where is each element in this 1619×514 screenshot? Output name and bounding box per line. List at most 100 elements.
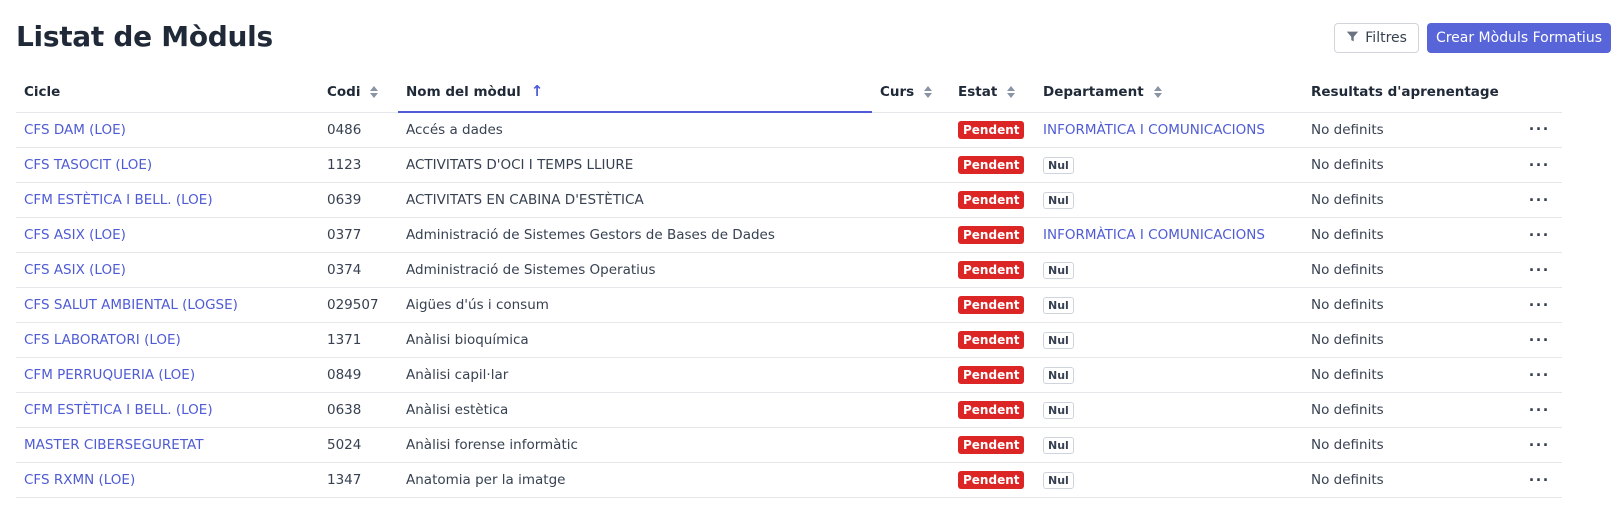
column-header-estat[interactable]: Estat: [950, 72, 1035, 113]
cell-cicle: CFM ESTÈTICA I BELL. (LOE): [16, 182, 319, 218]
cell-actions: ···: [1516, 357, 1562, 393]
create-modules-button[interactable]: Crear Mòduls Formatius: [1426, 23, 1611, 53]
table-row[interactable]: CFM PERRUQUERIA (LOE) 0849 Anàlisi capil·l…: [16, 357, 1562, 393]
table-row[interactable]: CFS SALUT AMBIENTAL (LOGSE) 029507 Aigües …: [16, 287, 1562, 323]
cell-nom-modul: Accés a dades: [398, 112, 872, 148]
status-badge: Pendent: [958, 296, 1025, 314]
cell-cicle: CFS LABORATORI (LOE): [16, 322, 319, 358]
cell-codi: 1371: [319, 322, 398, 358]
cell-codi: 029507: [319, 287, 398, 323]
status-badge: Pendent: [958, 436, 1025, 454]
table-row[interactable]: CFS RXMN (LOE) 1347 Anatomia per la imatge…: [16, 462, 1562, 498]
status-badge: Pendent: [958, 156, 1025, 174]
table-row[interactable]: CFS TASOCIT (LOE) 1123 ACTIVITATS D'OCI I …: [16, 147, 1562, 183]
cell-nom-modul: Administració de Sistemes Gestors de Bas…: [398, 217, 872, 253]
more-options-icon[interactable]: ···: [1525, 471, 1554, 489]
cell-actions: ···: [1516, 147, 1562, 183]
cell-actions: ···: [1516, 287, 1562, 323]
cicle-link[interactable]: CFS ASIX (LOE): [24, 262, 126, 278]
cicle-link[interactable]: CFS DAM (LOE): [24, 122, 126, 138]
cell-nom-modul: Anatomia per la imatge: [398, 462, 872, 498]
cell-codi: 0377: [319, 217, 398, 253]
cell-actions: ···: [1516, 182, 1562, 218]
status-badge: Pendent: [958, 471, 1025, 489]
cell-codi: 5024: [319, 427, 398, 463]
cell-estat: Pendent: [950, 147, 1035, 183]
more-options-icon[interactable]: ···: [1525, 296, 1554, 314]
cicle-link[interactable]: CFS LABORATORI (LOE): [24, 332, 181, 348]
column-header-departament[interactable]: Departament: [1035, 72, 1303, 113]
cell-curs: [872, 322, 950, 358]
cicle-link[interactable]: CFS SALUT AMBIENTAL (LOGSE): [24, 297, 238, 313]
more-options-icon[interactable]: ···: [1525, 366, 1554, 384]
table-row[interactable]: CFS ASIX (LOE) 0374 Administració de Siste…: [16, 252, 1562, 288]
page-title: Listat de Mòduls: [16, 20, 273, 53]
cell-curs: [872, 112, 950, 148]
cell-resultats: No definits: [1303, 287, 1516, 323]
table-header-row: Cicle Codi Nom del mòdul ↑ Curs Estat De…: [16, 72, 1562, 113]
cell-cicle: CFM ESTÈTICA I BELL. (LOE): [16, 392, 319, 428]
cell-estat: Pendent: [950, 182, 1035, 218]
table-row[interactable]: MASTER CIBERSEGURETAT 5024 Anàlisi forense…: [16, 427, 1562, 463]
more-options-icon[interactable]: ···: [1525, 331, 1554, 349]
cell-cicle: CFS SALUT AMBIENTAL (LOGSE): [16, 287, 319, 323]
cell-resultats: No definits: [1303, 427, 1516, 463]
cell-resultats: No definits: [1303, 357, 1516, 393]
cell-departament: Nul: [1035, 462, 1303, 498]
cicle-link[interactable]: CFS TASOCIT (LOE): [24, 157, 152, 173]
funnel-icon: [1346, 30, 1359, 47]
column-header-codi[interactable]: Codi: [319, 72, 398, 113]
cicle-link[interactable]: CFS ASIX (LOE): [24, 227, 126, 243]
cell-curs: [872, 252, 950, 288]
cell-curs: [872, 392, 950, 428]
cell-curs: [872, 217, 950, 253]
cicle-link[interactable]: MASTER CIBERSEGURETAT: [24, 437, 203, 453]
cell-curs: [872, 147, 950, 183]
more-options-icon[interactable]: ···: [1525, 401, 1554, 419]
cell-resultats: No definits: [1303, 462, 1516, 498]
cell-resultats: No definits: [1303, 112, 1516, 148]
more-options-icon[interactable]: ···: [1525, 261, 1554, 279]
cell-nom-modul: Anàlisi estètica: [398, 392, 872, 428]
cell-nom-modul: Anàlisi capil·lar: [398, 357, 872, 393]
department-link[interactable]: INFORMÀTICA I COMUNICACIONS: [1043, 227, 1265, 243]
table-row[interactable]: CFS ASIX (LOE) 0377 Administració de Siste…: [16, 217, 1562, 253]
status-badge: Pendent: [958, 331, 1025, 349]
cell-curs: [872, 287, 950, 323]
table-row[interactable]: CFS DAM (LOE) 0486 Accés a dades Pendent INF…: [16, 112, 1562, 148]
department-null-badge: Nul: [1043, 436, 1074, 454]
cicle-link[interactable]: CFM ESTÈTICA I BELL. (LOE): [24, 192, 213, 208]
status-badge: Pendent: [958, 401, 1025, 419]
cell-codi: 1123: [319, 147, 398, 183]
cicle-link[interactable]: CFM ESTÈTICA I BELL. (LOE): [24, 402, 213, 418]
cell-nom-modul: Anàlisi bioquímica: [398, 322, 872, 358]
sort-ascending-icon: ↑: [530, 82, 544, 100]
cell-actions: ···: [1516, 252, 1562, 288]
department-null-badge: Nul: [1043, 366, 1074, 384]
cell-resultats: No definits: [1303, 217, 1516, 253]
cell-departament: Nul: [1035, 357, 1303, 393]
more-options-icon[interactable]: ···: [1525, 120, 1554, 138]
cicle-link[interactable]: CFM PERRUQUERIA (LOE): [24, 367, 195, 383]
department-link[interactable]: INFORMÀTICA I COMUNICACIONS: [1043, 122, 1265, 138]
status-badge: Pendent: [958, 120, 1025, 139]
table-row[interactable]: CFM ESTÈTICA I BELL. (LOE) 0638 Anàlisi es…: [16, 392, 1562, 428]
column-header-cicle[interactable]: Cicle: [16, 72, 319, 113]
cell-estat: Pendent: [950, 252, 1035, 288]
more-options-icon[interactable]: ···: [1525, 191, 1554, 209]
table-row[interactable]: CFM ESTÈTICA I BELL. (LOE) 0639 ACTIVITATS…: [16, 182, 1562, 218]
column-header-nom-modul[interactable]: Nom del mòdul ↑: [398, 72, 872, 113]
table-row[interactable]: CFS LABORATORI (LOE) 1371 Anàlisi bioquími…: [16, 322, 1562, 358]
more-options-icon[interactable]: ···: [1525, 156, 1554, 174]
cell-departament: INFORMÀTICA I COMUNICACIONS: [1035, 217, 1303, 253]
cell-nom-modul: Anàlisi forense informàtic: [398, 427, 872, 463]
more-options-icon[interactable]: ···: [1525, 436, 1554, 454]
more-options-icon[interactable]: ···: [1525, 226, 1554, 244]
status-badge: Pendent: [958, 191, 1025, 209]
cell-departament: Nul: [1035, 427, 1303, 463]
cell-resultats: No definits: [1303, 147, 1516, 183]
filter-button[interactable]: Filtres: [1334, 23, 1419, 53]
sort-icon: [1007, 85, 1016, 98]
cicle-link[interactable]: CFS RXMN (LOE): [24, 472, 135, 488]
column-header-curs[interactable]: Curs: [872, 72, 950, 113]
